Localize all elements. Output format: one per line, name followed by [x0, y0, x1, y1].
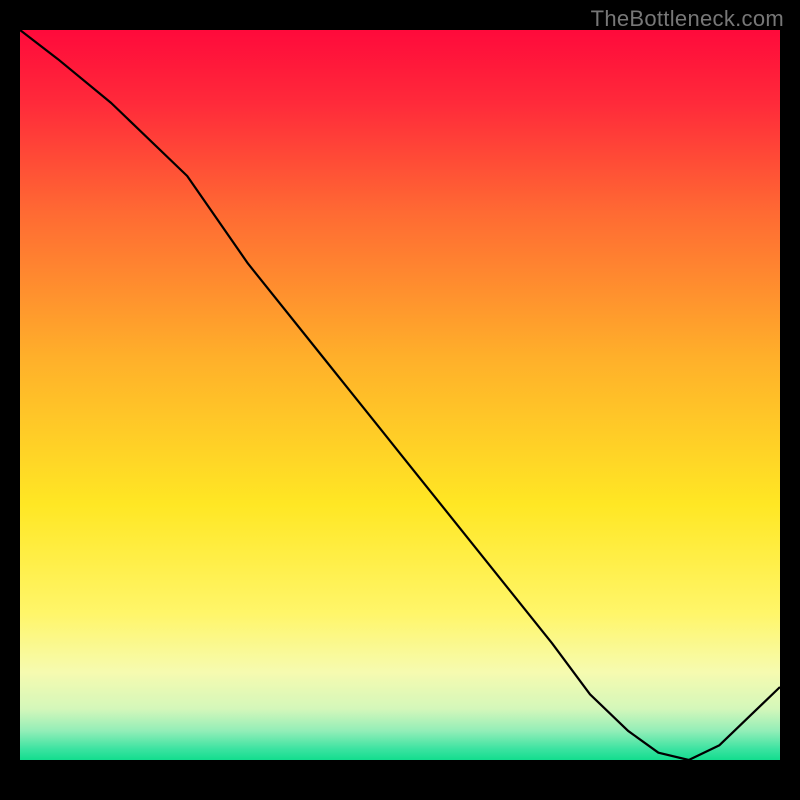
chart-svg — [20, 30, 780, 780]
watermark-text: TheBottleneck.com — [591, 6, 784, 32]
plot-background — [20, 30, 780, 760]
x-axis-bar — [20, 760, 780, 780]
chart-area — [20, 30, 780, 780]
